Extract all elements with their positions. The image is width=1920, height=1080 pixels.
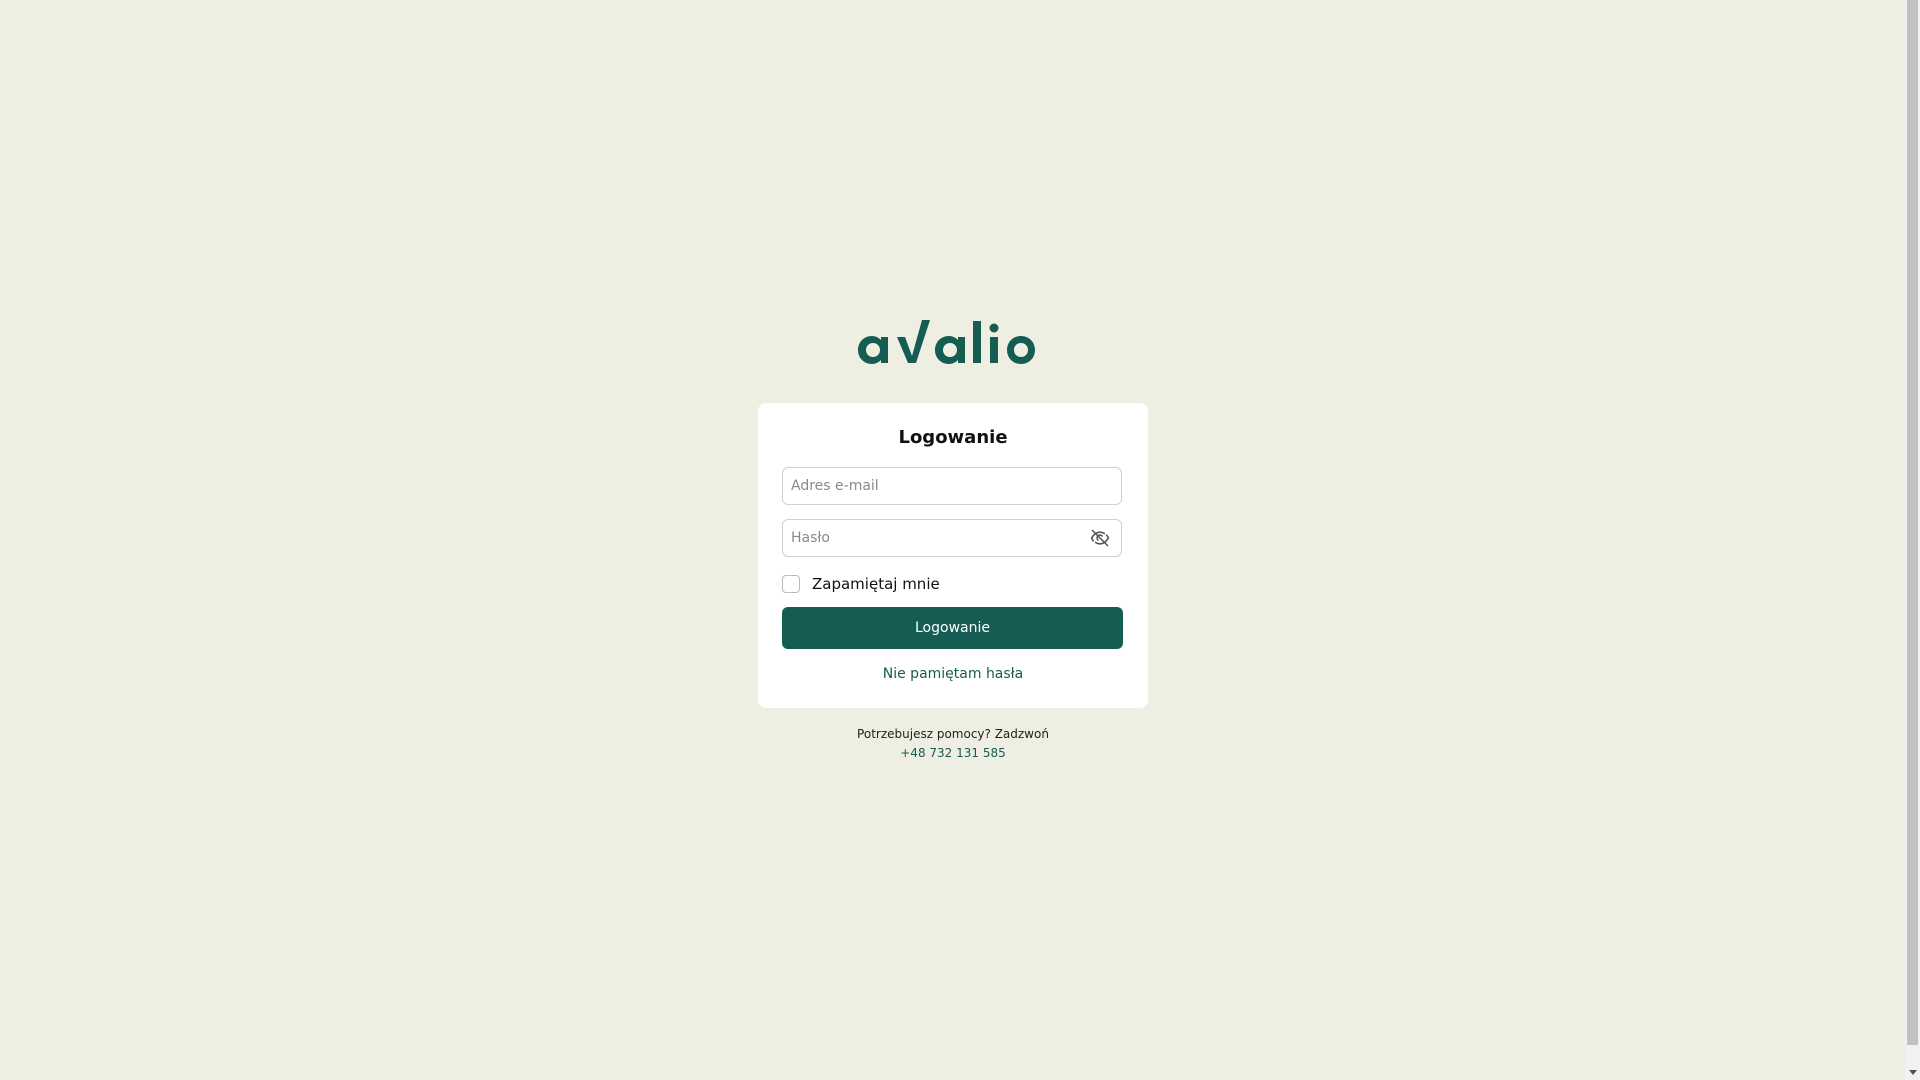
password-input[interactable] bbox=[783, 520, 1071, 556]
remember-me-label[interactable]: Zapamiętaj mnie bbox=[812, 575, 940, 593]
forgot-password-link[interactable]: Nie pamiętam hasła bbox=[758, 666, 1148, 682]
remember-me-checkbox[interactable] bbox=[782, 575, 800, 593]
scrollbar-thumb[interactable] bbox=[1907, 0, 1918, 1045]
vertical-scrollbar[interactable] bbox=[1905, 0, 1920, 1080]
email-field-wrapper bbox=[782, 467, 1122, 505]
page: Logowanie Zapamiętaj mnie Logowanie bbox=[0, 0, 1905, 1080]
login-button[interactable]: Logowanie bbox=[782, 607, 1123, 649]
email-input[interactable] bbox=[783, 468, 1071, 504]
help-section: Potrzebujesz pomocy? Zadzwoń +48 732 131… bbox=[758, 725, 1148, 763]
login-title: Logowanie bbox=[898, 427, 1008, 448]
help-phone-link[interactable]: +48 732 131 585 bbox=[758, 744, 1148, 763]
eye-slash-icon[interactable] bbox=[1089, 528, 1111, 548]
scroll-down-arrow-icon[interactable] bbox=[1905, 1065, 1920, 1080]
remember-me-row: Zapamiętaj mnie bbox=[782, 573, 940, 595]
login-card: Logowanie Zapamiętaj mnie Logowanie bbox=[758, 403, 1148, 708]
password-field-wrapper bbox=[782, 519, 1122, 557]
avalio-logo bbox=[858, 320, 1035, 364]
help-text: Potrzebujesz pomocy? Zadzwoń bbox=[857, 727, 1049, 741]
